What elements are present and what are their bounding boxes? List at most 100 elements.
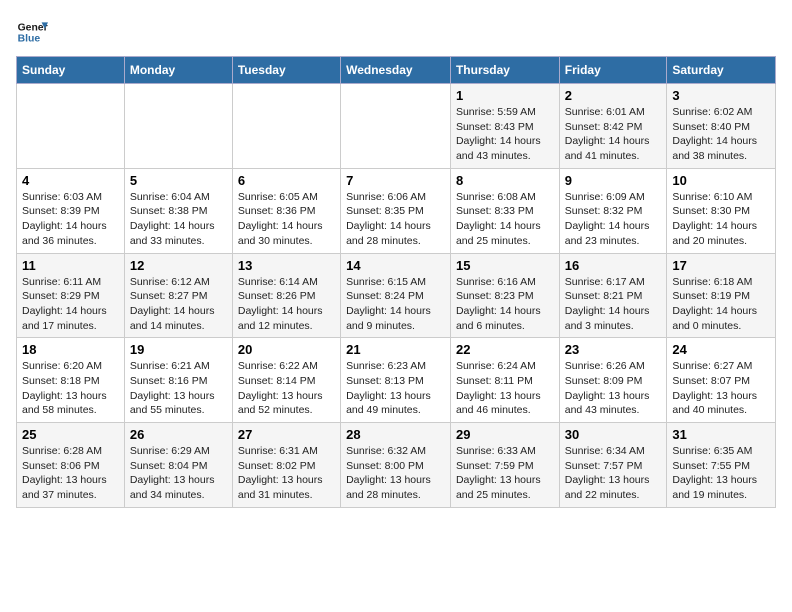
day-cell xyxy=(341,84,451,169)
day-number: 17 xyxy=(672,258,770,273)
col-header-saturday: Saturday xyxy=(667,57,776,84)
day-cell: 19 Sunrise: 6:21 AM Sunset: 8:16 PM Dayli… xyxy=(124,338,232,423)
day-number: 5 xyxy=(130,173,227,188)
day-number: 7 xyxy=(346,173,445,188)
day-number: 23 xyxy=(565,342,662,357)
day-cell: 6Sunrise: 6:05 AM Sunset: 8:36 PM Daylig… xyxy=(232,168,340,253)
day-cell: 29 Sunrise: 6:33 AM Sunset: 7:59 PM Dayli… xyxy=(450,423,559,508)
day-number: 16 xyxy=(565,258,662,273)
day-number: 11 xyxy=(22,258,119,273)
day-number: 22 xyxy=(456,342,554,357)
day-number: 24 xyxy=(672,342,770,357)
day-info: Sunrise: 6:04 AM Sunset: 8:38 PM Dayligh… xyxy=(130,190,227,249)
week-row-2: 4Sunrise: 6:03 AM Sunset: 8:39 PM Daylig… xyxy=(17,168,776,253)
day-cell: 28Sunrise: 6:32 AM Sunset: 8:00 PM Dayli… xyxy=(341,423,451,508)
calendar-table: SundayMondayTuesdayWednesdayThursdayFrid… xyxy=(16,56,776,508)
col-header-monday: Monday xyxy=(124,57,232,84)
day-cell: 25Sunrise: 6:28 AM Sunset: 8:06 PM Dayli… xyxy=(17,423,125,508)
day-info: Sunrise: 6:14 AM Sunset: 8:26 PM Dayligh… xyxy=(238,275,335,334)
week-row-5: 25Sunrise: 6:28 AM Sunset: 8:06 PM Dayli… xyxy=(17,423,776,508)
calendar-body: 1Sunrise: 5:59 AM Sunset: 8:43 PM Daylig… xyxy=(17,84,776,508)
day-info: Sunrise: 5:59 AM Sunset: 8:43 PM Dayligh… xyxy=(456,105,554,164)
day-info: Sunrise: 6:23 AM Sunset: 8:13 PM Dayligh… xyxy=(346,359,445,418)
day-cell: 8 Sunrise: 6:08 AM Sunset: 8:33 PM Daylig… xyxy=(450,168,559,253)
day-number: 31 xyxy=(672,427,770,442)
day-cell: 13 Sunrise: 6:14 AM Sunset: 8:26 PM Dayli… xyxy=(232,253,340,338)
day-info: Sunrise: 6:21 AM Sunset: 8:16 PM Dayligh… xyxy=(130,359,227,418)
day-cell: 30 Sunrise: 6:34 AM Sunset: 7:57 PM Dayli… xyxy=(559,423,667,508)
day-cell: 26 Sunrise: 6:29 AM Sunset: 8:04 PM Dayli… xyxy=(124,423,232,508)
day-cell: 16 Sunrise: 6:17 AM Sunset: 8:21 PM Dayli… xyxy=(559,253,667,338)
day-cell xyxy=(17,84,125,169)
day-info: Sunrise: 6:31 AM Sunset: 8:02 PM Dayligh… xyxy=(238,444,335,503)
day-cell xyxy=(124,84,232,169)
day-info: Sunrise: 6:27 AM Sunset: 8:07 PM Dayligh… xyxy=(672,359,770,418)
day-info: Sunrise: 6:35 AM Sunset: 7:55 PM Dayligh… xyxy=(672,444,770,503)
day-number: 13 xyxy=(238,258,335,273)
day-number: 20 xyxy=(238,342,335,357)
day-info: Sunrise: 6:08 AM Sunset: 8:33 PM Dayligh… xyxy=(456,190,554,249)
day-number: 10 xyxy=(672,173,770,188)
day-info: Sunrise: 6:18 AM Sunset: 8:19 PM Dayligh… xyxy=(672,275,770,334)
col-header-friday: Friday xyxy=(559,57,667,84)
day-cell xyxy=(232,84,340,169)
page-header: General Blue xyxy=(16,16,776,48)
day-info: Sunrise: 6:29 AM Sunset: 8:04 PM Dayligh… xyxy=(130,444,227,503)
day-number: 12 xyxy=(130,258,227,273)
day-info: Sunrise: 6:09 AM Sunset: 8:32 PM Dayligh… xyxy=(565,190,662,249)
calendar-header-row: SundayMondayTuesdayWednesdayThursdayFrid… xyxy=(17,57,776,84)
day-info: Sunrise: 6:15 AM Sunset: 8:24 PM Dayligh… xyxy=(346,275,445,334)
day-cell: 11 Sunrise: 6:11 AM Sunset: 8:29 PM Dayli… xyxy=(17,253,125,338)
day-cell: 10 Sunrise: 6:10 AM Sunset: 8:30 PM Dayli… xyxy=(667,168,776,253)
day-cell: 5 Sunrise: 6:04 AM Sunset: 8:38 PM Daylig… xyxy=(124,168,232,253)
day-number: 19 xyxy=(130,342,227,357)
day-info: Sunrise: 6:33 AM Sunset: 7:59 PM Dayligh… xyxy=(456,444,554,503)
week-row-1: 1Sunrise: 5:59 AM Sunset: 8:43 PM Daylig… xyxy=(17,84,776,169)
day-info: Sunrise: 6:10 AM Sunset: 8:30 PM Dayligh… xyxy=(672,190,770,249)
day-number: 9 xyxy=(565,173,662,188)
day-cell: 7 Sunrise: 6:06 AM Sunset: 8:35 PM Daylig… xyxy=(341,168,451,253)
day-number: 25 xyxy=(22,427,119,442)
day-info: Sunrise: 6:11 AM Sunset: 8:29 PM Dayligh… xyxy=(22,275,119,334)
day-number: 14 xyxy=(346,258,445,273)
day-info: Sunrise: 6:22 AM Sunset: 8:14 PM Dayligh… xyxy=(238,359,335,418)
day-cell: 21Sunrise: 6:23 AM Sunset: 8:13 PM Dayli… xyxy=(341,338,451,423)
day-info: Sunrise: 6:05 AM Sunset: 8:36 PM Dayligh… xyxy=(238,190,335,249)
day-info: Sunrise: 6:12 AM Sunset: 8:27 PM Dayligh… xyxy=(130,275,227,334)
day-cell: 3 Sunrise: 6:02 AM Sunset: 8:40 PM Daylig… xyxy=(667,84,776,169)
day-cell: 22 Sunrise: 6:24 AM Sunset: 8:11 PM Dayli… xyxy=(450,338,559,423)
day-info: Sunrise: 6:26 AM Sunset: 8:09 PM Dayligh… xyxy=(565,359,662,418)
logo-icon: General Blue xyxy=(16,16,48,48)
day-number: 26 xyxy=(130,427,227,442)
day-info: Sunrise: 6:06 AM Sunset: 8:35 PM Dayligh… xyxy=(346,190,445,249)
day-cell: 15Sunrise: 6:16 AM Sunset: 8:23 PM Dayli… xyxy=(450,253,559,338)
day-number: 28 xyxy=(346,427,445,442)
day-cell: 24 Sunrise: 6:27 AM Sunset: 8:07 PM Dayli… xyxy=(667,338,776,423)
day-info: Sunrise: 6:17 AM Sunset: 8:21 PM Dayligh… xyxy=(565,275,662,334)
day-info: Sunrise: 6:34 AM Sunset: 7:57 PM Dayligh… xyxy=(565,444,662,503)
col-header-thursday: Thursday xyxy=(450,57,559,84)
day-info: Sunrise: 6:20 AM Sunset: 8:18 PM Dayligh… xyxy=(22,359,119,418)
day-cell: 17 Sunrise: 6:18 AM Sunset: 8:19 PM Dayli… xyxy=(667,253,776,338)
week-row-3: 11 Sunrise: 6:11 AM Sunset: 8:29 PM Dayli… xyxy=(17,253,776,338)
day-number: 3 xyxy=(672,88,770,103)
day-cell: 23 Sunrise: 6:26 AM Sunset: 8:09 PM Dayli… xyxy=(559,338,667,423)
day-number: 29 xyxy=(456,427,554,442)
day-cell: 18Sunrise: 6:20 AM Sunset: 8:18 PM Dayli… xyxy=(17,338,125,423)
svg-text:Blue: Blue xyxy=(18,34,41,45)
day-cell: 27Sunrise: 6:31 AM Sunset: 8:02 PM Dayli… xyxy=(232,423,340,508)
day-number: 15 xyxy=(456,258,554,273)
day-info: Sunrise: 6:03 AM Sunset: 8:39 PM Dayligh… xyxy=(22,190,119,249)
day-cell: 2Sunrise: 6:01 AM Sunset: 8:42 PM Daylig… xyxy=(559,84,667,169)
day-number: 30 xyxy=(565,427,662,442)
day-number: 2 xyxy=(565,88,662,103)
day-cell: 14 Sunrise: 6:15 AM Sunset: 8:24 PM Dayli… xyxy=(341,253,451,338)
week-row-4: 18Sunrise: 6:20 AM Sunset: 8:18 PM Dayli… xyxy=(17,338,776,423)
day-info: Sunrise: 6:02 AM Sunset: 8:40 PM Dayligh… xyxy=(672,105,770,164)
day-cell: 1Sunrise: 5:59 AM Sunset: 8:43 PM Daylig… xyxy=(450,84,559,169)
day-cell: 4Sunrise: 6:03 AM Sunset: 8:39 PM Daylig… xyxy=(17,168,125,253)
day-number: 8 xyxy=(456,173,554,188)
col-header-sunday: Sunday xyxy=(17,57,125,84)
day-info: Sunrise: 6:24 AM Sunset: 8:11 PM Dayligh… xyxy=(456,359,554,418)
col-header-tuesday: Tuesday xyxy=(232,57,340,84)
